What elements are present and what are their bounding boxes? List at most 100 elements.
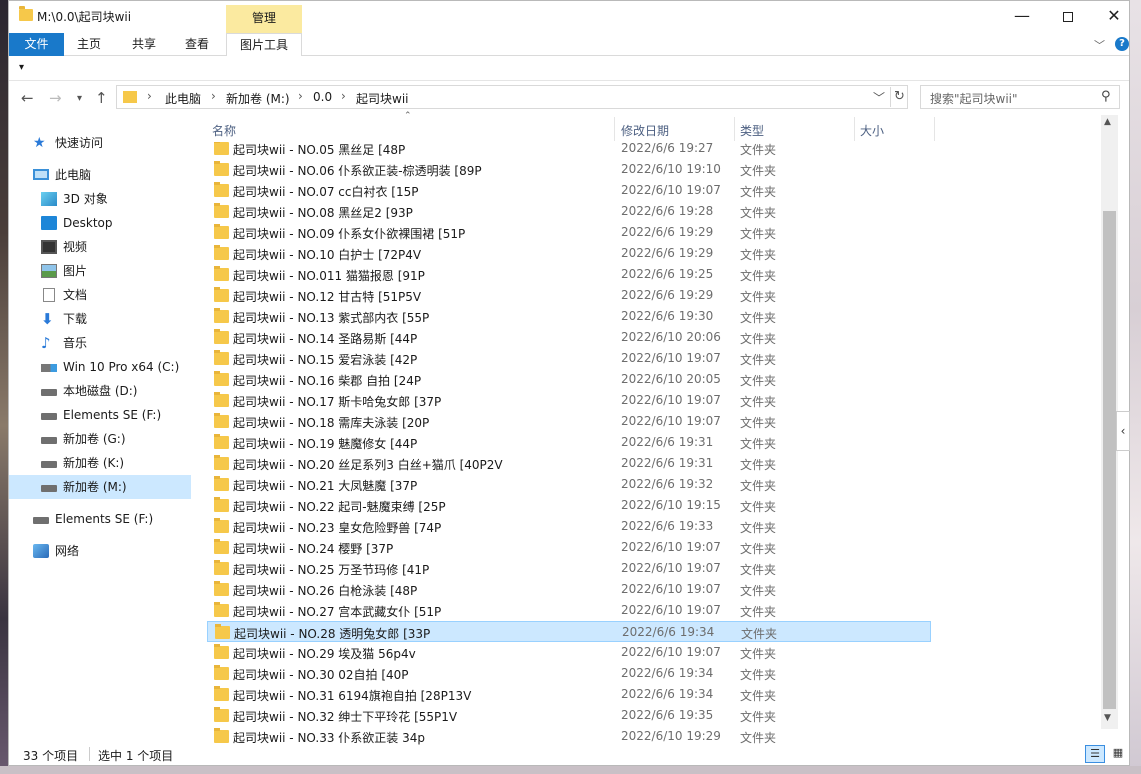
nav-item-drive-d[interactable]: 本地磁盘 (D:) [41,379,191,403]
file-row[interactable]: 起司块wii - NO.06 仆系欲正装-棕透明装 [89P 2022/6/10 … [207,159,931,180]
file-name[interactable]: 起司块wii - NO.17 斯卡哈兔女郎 [37P [233,393,441,410]
file-name[interactable]: 起司块wii - NO.16 柴郡 自拍 [24P [233,372,421,389]
up-button[interactable]: ↑ [95,89,108,107]
file-name[interactable]: 起司块wii - NO.06 仆系欲正装-棕透明装 [89P [233,162,482,179]
column-type[interactable]: 类型 [740,122,764,139]
breadcrumb-separator[interactable]: › [147,89,152,103]
file-name[interactable]: 起司块wii - NO.31 6194旗袍自拍 [28P13V [233,687,471,704]
search-box[interactable]: 搜索"起司块wii" ⚲ [920,85,1120,109]
nav-item-drive-k[interactable]: 新加卷 (K:) [41,451,191,475]
breadcrumb-current-folder[interactable]: 起司块wii [356,90,408,107]
forward-button[interactable]: → [49,89,62,107]
file-row[interactable]: 起司块wii - NO.23 皇女危险野兽 [74P 2022/6/6 19:33… [207,516,931,537]
breadcrumb-separator[interactable]: › [341,89,346,103]
file-name[interactable]: 起司块wii - NO.13 紫式部内衣 [55P [233,309,429,326]
file-row[interactable]: 起司块wii - NO.17 斯卡哈兔女郎 [37P 2022/6/10 19:0… [207,390,931,411]
file-name[interactable]: 起司块wii - NO.19 魅魔修女 [44P [233,435,417,452]
file-row[interactable]: 起司块wii - NO.29 埃及猫 56p4v 2022/6/10 19:07 文… [207,642,931,663]
details-view-button[interactable]: ☰ [1085,745,1105,763]
nav-item-pictures[interactable]: 图片 [41,259,191,283]
file-name[interactable]: 起司块wii - NO.21 大凤魅魔 [37P [233,477,417,494]
search-input[interactable]: 搜索"起司块wii" [930,90,1018,107]
breadcrumb-folder-0-0[interactable]: 0.0 [313,90,332,104]
file-row[interactable]: 起司块wii - NO.09 仆系女仆欲裸围裙 [51P 2022/6/6 19:… [207,222,931,243]
nav-this-pc[interactable]: 此电脑 [33,163,183,187]
tab-share[interactable]: 共享 [124,33,164,56]
file-name[interactable]: 起司块wii - NO.26 白枪泳装 [48P [233,582,417,599]
nav-item-drive-m[interactable]: 新加卷 (M:) [9,475,191,499]
refresh-icon[interactable]: ↻ [890,87,908,107]
file-name[interactable]: 起司块wii - NO.23 皇女危险野兽 [74P [233,519,441,536]
back-button[interactable]: ← [21,89,34,107]
scrollbar-thumb[interactable] [1103,211,1116,709]
breadcrumb-this-pc[interactable]: 此电脑 [165,90,201,107]
file-row[interactable]: 起司块wii - NO.27 宫本武藏女仆 [51P 2022/6/10 19:0… [207,600,931,621]
file-name[interactable]: 起司块wii - NO.12 甘古特 [51P5V [233,288,421,305]
column-divider[interactable] [734,117,735,141]
file-row[interactable]: 起司块wii - NO.26 白枪泳装 [48P 2022/6/10 19:07 文… [207,579,931,600]
nav-item-drive-c[interactable]: Win 10 Pro x64 (C:) [41,355,191,379]
file-name[interactable]: 起司块wii - NO.14 圣路易斯 [44P [233,330,417,347]
tab-picture-tools[interactable]: 图片工具 [226,33,302,56]
tab-view[interactable]: 查看 [177,33,217,56]
file-row[interactable]: 起司块wii - NO.18 需库夫泳装 [20P 2022/6/10 19:07… [207,411,931,432]
file-row[interactable]: 起司块wii - NO.08 黑丝足2 [93P 2022/6/6 19:28 文件… [207,201,931,222]
nav-item-documents[interactable]: 文档 [41,283,191,307]
maximize-button[interactable] [1045,1,1091,31]
file-name[interactable]: 起司块wii - NO.27 宫本武藏女仆 [51P [233,603,441,620]
file-row[interactable]: 起司块wii - NO.13 紫式部内衣 [55P 2022/6/6 19:30 文… [207,306,931,327]
column-divider[interactable] [854,117,855,141]
recent-locations-dropdown[interactable]: ▾ [77,93,82,104]
column-size[interactable]: 大小 [860,122,884,139]
file-row[interactable]: 起司块wii - NO.21 大凤魅魔 [37P 2022/6/6 19:32 文件… [207,474,931,495]
column-name[interactable]: 名称 [212,122,236,139]
file-row[interactable]: 起司块wii - NO.31 6194旗袍自拍 [28P13V 2022/6/6 … [207,684,931,705]
file-name[interactable]: 起司块wii - NO.30 02自拍 [40P [233,666,409,683]
file-name[interactable]: 起司块wii - NO.09 仆系女仆欲裸围裙 [51P [233,225,465,242]
nav-item-3d-objects[interactable]: 3D 对象 [41,187,191,211]
file-row[interactable]: 起司块wii - NO.30 02自拍 [40P 2022/6/6 19:34 文件… [207,663,931,684]
file-row[interactable]: 起司块wii - NO.20 丝足系列3 白丝+猫爪 [40P2V 2022/6/… [207,453,931,474]
file-name[interactable]: 起司块wii - NO.24 樱野 [37P [233,540,393,557]
file-name[interactable]: 起司块wii - NO.10 白护士 [72P4V [233,246,421,263]
file-name[interactable]: 起司块wii - NO.32 绅士下平玲花 [55P1V [233,708,457,725]
nav-item-desktop[interactable]: Desktop [41,211,191,235]
file-row[interactable]: 起司块wii - NO.32 绅士下平玲花 [55P1V 2022/6/6 19:… [207,705,931,726]
nav-quick-access[interactable]: ★ 快速访问 [33,131,183,155]
tab-home[interactable]: 主页 [69,33,109,56]
help-icon[interactable]: ? [1115,37,1129,51]
preview-pane-toggle[interactable]: ‹ [1116,411,1130,451]
nav-network[interactable]: 网络 [33,539,183,563]
expand-ribbon-icon[interactable]: ﹀ [1094,37,1105,53]
file-row[interactable]: 起司块wii - NO.011 猫猫报恩 [91P 2022/6/6 19:25 文… [207,264,931,285]
column-date-modified[interactable]: 修改日期 [621,122,669,139]
nav-item-drive-f[interactable]: Elements SE (F:) [41,403,191,427]
file-row[interactable]: 起司块wii - NO.05 黑丝足 [48P 2022/6/6 19:27 文件夹 [207,142,931,159]
file-row[interactable]: 起司块wii - NO.15 爱宕泳装 [42P 2022/6/10 19:07 文… [207,348,931,369]
address-dropdown-icon[interactable]: ﹀ [873,89,885,106]
file-row[interactable]: 起司块wii - NO.22 起司-魅魔束缚 [25P 2022/6/10 19:… [207,495,931,516]
file-row[interactable]: 起司块wii - NO.24 樱野 [37P 2022/6/10 19:07 文件夹 [207,537,931,558]
nav-item-drive-g[interactable]: 新加卷 (G:) [41,427,191,451]
scroll-down-icon[interactable]: ▼ [1104,713,1111,723]
large-icons-view-button[interactable]: ▦ [1108,745,1128,763]
customize-toolbar-icon[interactable]: ▾ [19,62,24,73]
nav-item-music[interactable]: ♪ 音乐 [41,331,191,355]
scroll-up-icon[interactable]: ▲ [1104,117,1111,127]
file-name[interactable]: 起司块wii - NO.08 黑丝足2 [93P [233,204,413,221]
file-row[interactable]: 起司块wii - NO.19 魅魔修女 [44P 2022/6/6 19:31 文件… [207,432,931,453]
column-divider[interactable] [934,117,935,141]
file-row[interactable]: 起司块wii - NO.16 柴郡 自拍 [24P 2022/6/10 20:05… [207,369,931,390]
file-row[interactable]: 起司块wii - NO.14 圣路易斯 [44P 2022/6/10 20:06 文… [207,327,931,348]
tab-file[interactable]: 文件 [9,33,64,56]
file-row[interactable]: 起司块wii - NO.10 白护士 [72P4V 2022/6/6 19:29 文… [207,243,931,264]
file-name[interactable]: 起司块wii - NO.18 需库夫泳装 [20P [233,414,429,431]
file-name[interactable]: 起司块wii - NO.20 丝足系列3 白丝+猫爪 [40P2V [233,456,503,473]
column-divider[interactable] [614,117,615,141]
file-row[interactable]: 起司块wii - NO.07 cc白衬衣 [15P 2022/6/10 19:07… [207,180,931,201]
nav-item-downloads[interactable]: ⬇ 下载 [41,307,191,331]
breadcrumb-separator[interactable]: › [298,89,303,103]
manage-context-tab[interactable]: 管理 [226,5,302,33]
minimize-button[interactable]: — [999,1,1045,31]
search-icon[interactable]: ⚲ [1101,89,1111,104]
